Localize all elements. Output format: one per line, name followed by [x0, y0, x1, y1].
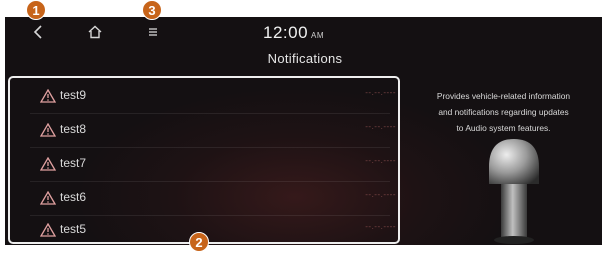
notification-date: --.--.---- — [365, 88, 396, 97]
notification-title: test7 — [60, 156, 87, 170]
notification-date: --.--.---- — [365, 122, 396, 131]
callout-2: 2 — [189, 232, 209, 252]
warning-icon — [40, 223, 56, 237]
menu-icon[interactable] — [147, 26, 159, 38]
side-info-line-2: and notifications regarding updates — [438, 107, 569, 117]
notification-list: test9 --.--.---- test8 --.--.---- test7 … — [8, 76, 400, 244]
clock-ampm: AM — [311, 31, 325, 40]
clock: 12:00 AM — [263, 23, 324, 43]
list-item[interactable]: test6 --.--.---- — [12, 182, 398, 215]
notification-date: --.--.---- — [365, 190, 396, 199]
callout-1: 1 — [26, 0, 46, 20]
list-item[interactable]: test8 --.--.---- — [12, 114, 398, 147]
side-info: Provides vehicle-related information and… — [405, 88, 602, 136]
notification-title: test6 — [60, 190, 87, 204]
clock-time: 12:00 — [263, 23, 309, 42]
warning-icon — [40, 123, 56, 137]
list-item[interactable]: test7 --.--.---- — [12, 148, 398, 181]
infotainment-screen: 12:00 AM Notifications test9 --.--.---- t… — [5, 17, 602, 245]
notification-date: --.--.---- — [365, 222, 396, 231]
warning-icon — [40, 191, 56, 205]
callout-3: 3 — [142, 0, 162, 20]
status-bar: 12:00 AM — [5, 17, 602, 47]
side-info-line-3: to Audio system features. — [456, 123, 551, 133]
warning-icon — [40, 89, 56, 103]
notification-title: test9 — [60, 88, 87, 102]
home-icon[interactable] — [87, 24, 103, 40]
notification-title: test5 — [60, 222, 87, 236]
warning-icon — [40, 157, 56, 171]
page-title: Notifications — [267, 51, 343, 66]
back-icon[interactable] — [31, 24, 45, 40]
notification-title: test8 — [60, 122, 87, 136]
list-item[interactable]: test9 --.--.---- — [12, 80, 398, 113]
side-info-line-1: Provides vehicle-related information — [436, 91, 571, 101]
notification-date: --.--.---- — [365, 156, 396, 165]
